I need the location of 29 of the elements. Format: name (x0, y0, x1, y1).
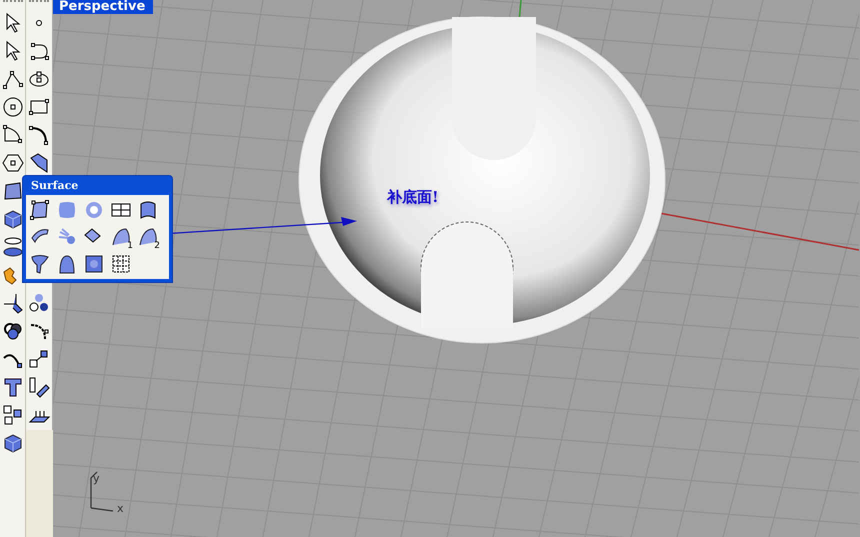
move-icon[interactable] (28, 376, 50, 398)
patch-icon[interactable] (56, 199, 78, 221)
letter-icon[interactable] (2, 376, 24, 398)
surface-icon[interactable] (29, 199, 51, 221)
axis-icon (90, 471, 114, 512)
tool-button[interactable]: 2 (137, 225, 159, 249)
rectangle-icon[interactable] (28, 96, 50, 118)
cube-icon[interactable] (2, 432, 24, 454)
curve-icon[interactable] (28, 40, 50, 62)
blocks-icon[interactable] (2, 404, 24, 426)
polygon-icon[interactable] (2, 152, 24, 174)
circles-icon[interactable] (2, 320, 24, 342)
cube-icon[interactable] (2, 208, 24, 230)
surface-icon[interactable] (2, 180, 24, 202)
viewport-title[interactable]: Perspective (53, 0, 154, 14)
tool-button[interactable]: 1 (110, 225, 132, 249)
polyline-icon[interactable] (2, 68, 24, 90)
fillet-icon[interactable] (28, 124, 50, 146)
funnel-icon[interactable] (29, 253, 51, 275)
arc-icon[interactable] (2, 124, 24, 146)
cylinder-icon[interactable] (2, 236, 24, 258)
scale-icon[interactable] (28, 348, 50, 370)
square-icon[interactable] (83, 253, 105, 275)
circle-icon[interactable] (2, 96, 24, 118)
axis-label: y (93, 472, 100, 485)
axis-label: x (117, 502, 124, 515)
annotation-text: 补底面! (387, 188, 439, 207)
spheres-icon[interactable] (28, 292, 50, 314)
grid-icon[interactable] (110, 253, 132, 275)
